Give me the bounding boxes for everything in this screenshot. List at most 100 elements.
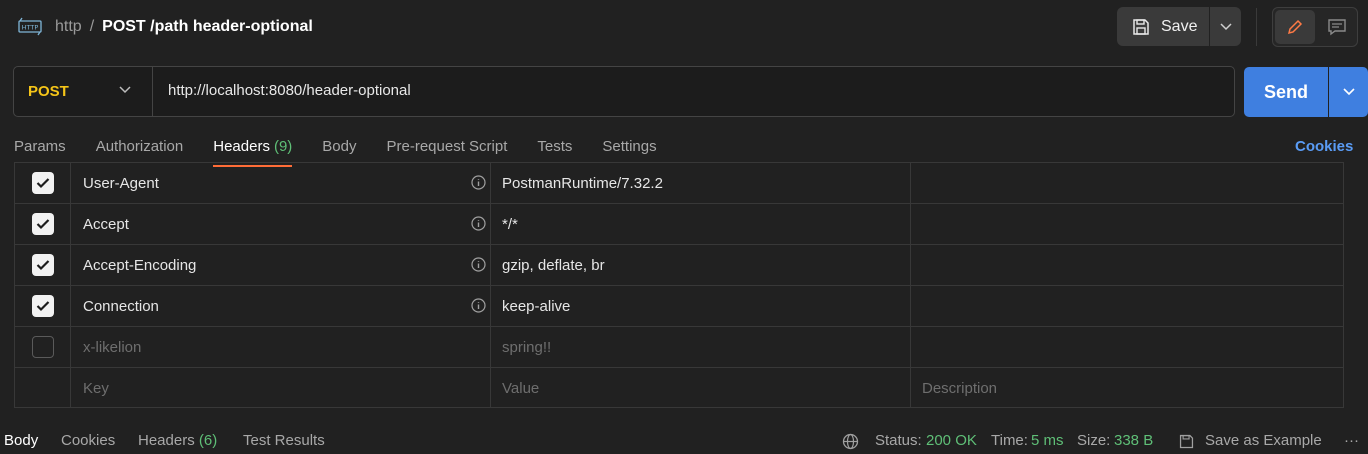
breadcrumb-parent[interactable]: http [55, 18, 82, 35]
chevron-down-icon [119, 86, 131, 94]
comment-icon [1328, 19, 1346, 36]
comments-button[interactable] [1317, 10, 1357, 44]
header-description-cell[interactable] [911, 245, 1343, 285]
status-label: Status: [875, 432, 922, 449]
header-value: keep-alive [502, 297, 571, 315]
divider [1256, 8, 1257, 46]
time-label: Time: [991, 432, 1028, 449]
method-label: POST [28, 83, 69, 100]
response-bar: Body Cookies Headers (6) Test Results St… [0, 432, 1368, 452]
info-icon[interactable] [471, 216, 486, 231]
tab-label: Headers [213, 138, 270, 155]
edit-mode-button[interactable] [1275, 10, 1315, 44]
time-value[interactable]: 5 ms [1031, 432, 1064, 449]
pencil-icon [1287, 19, 1303, 35]
tab-label: Body [322, 138, 357, 155]
row-checkbox[interactable] [31, 254, 54, 276]
http-icon: HTTP [18, 16, 42, 38]
header-value-cell[interactable]: PostmanRuntime/7.32.2 [491, 163, 911, 203]
table-row: x-likelion spring!! [15, 326, 1343, 367]
status-value[interactable]: 200 OK [926, 432, 977, 449]
request-header-bar: HTTP http / POST /path header-optional Sav… [0, 0, 1368, 56]
request-title[interactable]: POST /path header-optional [102, 18, 313, 35]
response-tab-cookies[interactable]: Cookies [61, 432, 115, 449]
response-tab-headers[interactable]: Headers (6) [138, 432, 217, 449]
svg-text:HTTP: HTTP [22, 24, 39, 32]
size-label: Size: [1077, 432, 1111, 449]
header-key-cell[interactable]: Accept-Encoding [71, 245, 491, 285]
tab-label: Pre-request Script [386, 138, 508, 155]
row-checkbox-cell [15, 327, 71, 367]
cookies-link[interactable]: Cookies [1295, 138, 1353, 155]
row-checkbox-cell [15, 245, 71, 285]
header-description-cell[interactable] [911, 327, 1343, 367]
tab-label: Params [14, 138, 66, 155]
send-button[interactable]: Send [1244, 67, 1328, 117]
size-value[interactable]: 338 B [1114, 432, 1153, 449]
key-placeholder: Key [83, 379, 109, 397]
header-key-cell[interactable]: x-likelion [71, 327, 491, 367]
tab-label: Tests [537, 138, 573, 155]
url-bar: POST [13, 66, 1235, 117]
row-checkbox-cell [15, 204, 71, 244]
checkmark-icon [36, 260, 49, 271]
breadcrumb-separator: / [89, 18, 95, 35]
value-placeholder: Value [502, 379, 540, 397]
table-row: Accept */* [15, 203, 1343, 244]
tab-label: Settings [602, 138, 657, 155]
header-key: Accept-Encoding [83, 256, 197, 274]
row-checkbox[interactable] [31, 213, 54, 235]
checkmark-icon [36, 301, 49, 312]
header-key: Accept [83, 215, 129, 233]
header-description-cell[interactable] [911, 286, 1343, 326]
tab-label: Authorization [95, 138, 184, 155]
description-input[interactable]: Description [911, 368, 1343, 408]
header-value: spring!! [502, 338, 552, 356]
header-value-cell[interactable]: keep-alive [491, 286, 911, 326]
header-key-cell[interactable]: Accept [71, 204, 491, 244]
save-example-icon [1178, 433, 1195, 454]
chevron-down-icon [1342, 88, 1355, 96]
header-value: gzip, deflate, br [502, 256, 605, 274]
save-button[interactable]: Save [1117, 7, 1209, 46]
row-checkbox[interactable] [31, 295, 54, 317]
mode-toggle [1272, 7, 1358, 47]
globe-icon[interactable] [842, 433, 859, 454]
row-checkbox[interactable] [31, 172, 54, 194]
row-checkbox[interactable] [31, 336, 54, 358]
header-description-cell[interactable] [911, 163, 1343, 203]
url-input[interactable] [168, 82, 1168, 99]
header-description-cell[interactable] [911, 204, 1343, 244]
more-options-button[interactable]: ··· [1344, 432, 1359, 449]
header-value-cell[interactable]: spring!! [491, 327, 911, 367]
key-input[interactable]: Key [71, 368, 491, 408]
info-icon[interactable] [471, 257, 486, 272]
response-tab-body[interactable]: Body [4, 432, 38, 449]
info-icon[interactable] [471, 298, 486, 313]
value-input[interactable]: Value [491, 368, 911, 408]
info-icon[interactable] [471, 175, 486, 190]
header-value: */* [502, 215, 518, 233]
header-value-cell[interactable]: gzip, deflate, br [491, 245, 911, 285]
method-select[interactable]: POST [14, 67, 153, 116]
tab-count-badge: (9) [273, 138, 293, 155]
row-checkbox-cell [15, 163, 71, 203]
header-key: x-likelion [83, 338, 142, 356]
save-as-example-button[interactable]: Save as Example [1205, 432, 1322, 449]
save-options-dropdown[interactable] [1210, 7, 1241, 46]
header-value: PostmanRuntime/7.32.2 [502, 174, 663, 192]
header-value-cell[interactable]: */* [491, 204, 911, 244]
checkmark-icon [36, 178, 49, 189]
row-checkbox-cell [15, 368, 71, 408]
header-key-cell[interactable]: User-Agent [71, 163, 491, 203]
response-tab-test-results[interactable]: Test Results [243, 432, 325, 449]
checkmark-icon [36, 219, 49, 230]
save-label: Save [1161, 17, 1198, 35]
new-header-row: Key Value Description [15, 367, 1343, 408]
chevron-down-icon [1219, 22, 1232, 30]
headers-table: User-Agent PostmanRuntime/7.32.2 Accept … [14, 162, 1344, 408]
save-icon [1133, 18, 1149, 35]
description-placeholder: Description [922, 379, 998, 397]
header-key-cell[interactable]: Connection [71, 286, 491, 326]
send-options-dropdown[interactable] [1329, 67, 1368, 117]
